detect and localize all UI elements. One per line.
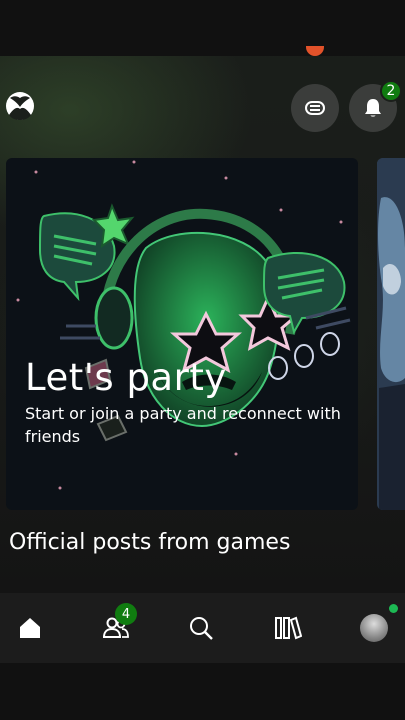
nav-friends[interactable] (86, 593, 146, 663)
bottom-nav (0, 593, 405, 663)
status-indicator (306, 46, 324, 56)
nav-home[interactable] (0, 593, 60, 663)
status-bar (0, 0, 405, 56)
next-card[interactable]: H J (377, 158, 405, 510)
online-status-dot (389, 604, 398, 613)
library-icon (275, 616, 302, 640)
friends-badge: 4 (115, 603, 137, 625)
party-card[interactable]: Let's party Start or join a party and re… (6, 158, 358, 510)
system-bar (0, 663, 405, 720)
profile-avatar (360, 614, 388, 642)
game-art (377, 158, 405, 510)
home-icon (20, 618, 40, 638)
nav-library[interactable] (258, 593, 318, 663)
party-illustration (16, 160, 351, 490)
nav-search[interactable] (171, 593, 231, 663)
notification-badge: 2 (380, 80, 402, 102)
bell-icon (365, 99, 381, 117)
xbox-logo-icon[interactable] (4, 90, 36, 122)
section-heading: Official posts from games (9, 530, 291, 555)
card-title: Let's party (25, 356, 227, 399)
wallet-button[interactable] (291, 84, 339, 132)
search-icon (190, 617, 213, 640)
card-subtitle: Start or join a party and reconnect with… (25, 404, 341, 446)
wallet-icon (305, 101, 325, 115)
